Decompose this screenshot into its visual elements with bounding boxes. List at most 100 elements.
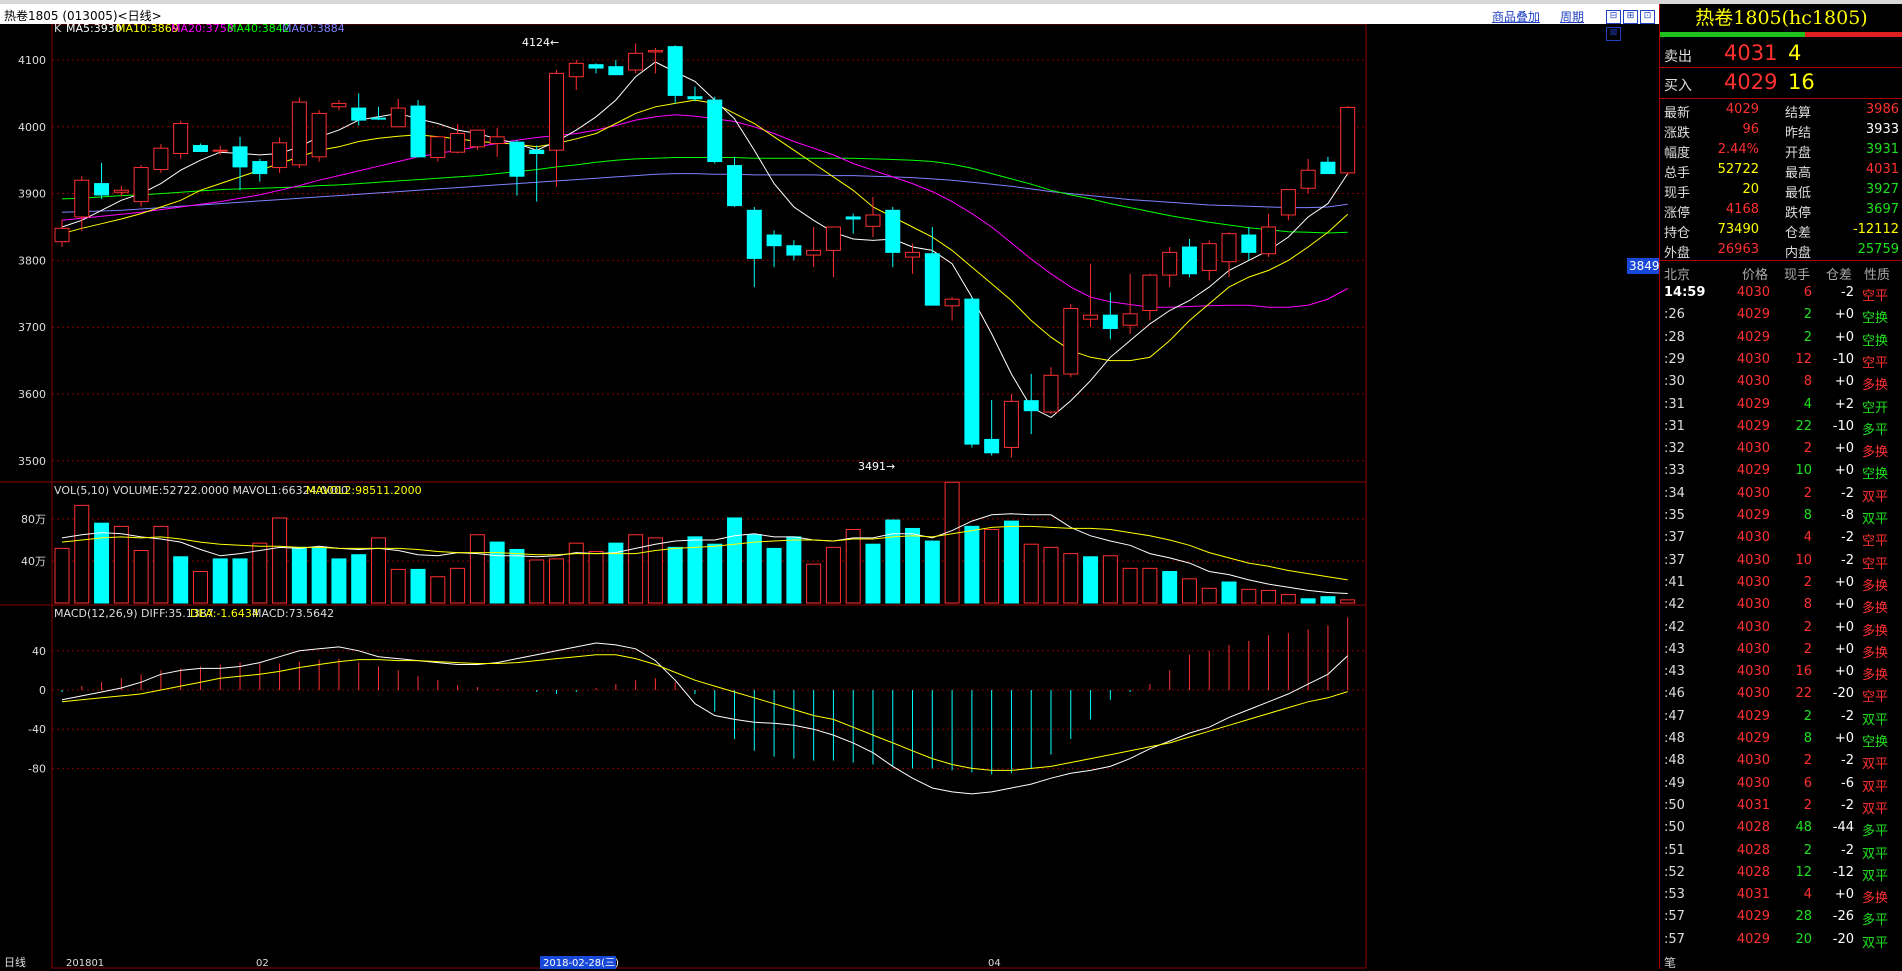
tick-price: 4029 [1736,508,1770,523]
tick-volume: 12 [1795,351,1812,367]
layout-1-icon[interactable]: ⊟ [1606,10,1621,24]
tick-row[interactable]: :30 4030 8 +0 多换 [1660,371,1902,393]
tick-row[interactable]: :57 4029 28 -26 多平 [1660,906,1902,928]
candle-body [331,102,347,108]
candle-body [1261,226,1277,255]
tick-row[interactable]: :51 4028 2 -2 双平 [1660,840,1902,862]
volume-bar [766,547,782,604]
tick-row[interactable]: :34 4030 2 -2 双平 [1660,483,1902,505]
tick-volume: 2 [1803,485,1812,501]
period-link[interactable]: 周期 [1560,8,1584,25]
tick-oi-change: -2 [1841,842,1854,858]
stat-value: 2.44% [1717,142,1759,157]
quote-panel: 热卷1805(hc1805) 卖出 4031 4 买入 4029 16 最新 40… [1659,4,1902,970]
sell-label: 卖出 [1664,49,1692,65]
tick-row[interactable]: :28 4029 2 +0 空换 [1660,327,1902,349]
macd-tick: -80 [28,762,46,775]
candle-body [1280,189,1296,216]
tick-row[interactable]: :42 4030 2 +0 多换 [1660,617,1902,639]
tick-oi-change: -10 [1832,418,1854,434]
tick-time: :30 [1664,374,1685,390]
tick-volume: 8 [1803,731,1812,746]
candle-body [370,117,386,120]
tick-volume: 4 [1803,887,1812,903]
tick-oi-change: +0 [1834,374,1854,390]
tick-volume: 2 [1803,708,1812,724]
tick-nature: 多换 [1862,378,1889,394]
tick-row[interactable]: :43 4030 2 +0 多换 [1660,639,1902,661]
tick-nature: 空平 [1862,556,1889,572]
vol-legend-mavol2: MAVOL2:98511.2000 [306,484,422,497]
tick-row[interactable]: :33 4029 10 +0 空换 [1660,460,1902,482]
tick-oi-change: +0 [1834,574,1854,590]
volume-bar [291,546,307,604]
volume-bar [1003,520,1019,604]
tick-row[interactable]: :31 4029 4 +2 空开 [1660,394,1902,416]
tick-volume: 2 [1803,307,1812,323]
tick-nature: 双平 [1862,489,1889,505]
volume-bar [707,543,723,604]
price-tick: 3900 [18,188,46,201]
tick-row[interactable]: :50 4031 2 -2 双平 [1660,795,1902,817]
tick-row[interactable]: :41 4030 2 +0 多换 [1660,572,1902,594]
tick-row[interactable]: :26 4029 2 +0 空换 [1660,304,1902,326]
tick-row[interactable]: :37 4030 4 -2 空平 [1660,527,1902,549]
stat-label: 最低 [1785,186,1812,201]
tick-row[interactable]: :47 4029 2 -2 双平 [1660,706,1902,728]
stat-value: 73490 [1717,222,1759,237]
tick-row[interactable]: :52 4028 12 -12 双平 [1660,862,1902,884]
volume-bar [727,517,743,604]
tick-row[interactable]: :31 4029 22 -10 多平 [1660,416,1902,438]
volume-bar [647,537,663,604]
tick-row[interactable]: :46 4030 22 -20 空平 [1660,683,1902,705]
tick-price: 4029 [1736,418,1770,434]
tick-row[interactable]: :29 4030 12 -10 空平 [1660,349,1902,371]
stat-label: 内盘 [1785,246,1812,261]
kline-chart[interactable]: 4100 4000 3900 3800 3700 3600 3500 K MA5:3930MA1… [0,24,1659,969]
tick-volume: 22 [1795,686,1812,702]
candle-body [865,214,881,227]
tick-price: 4030 [1736,441,1770,457]
tick-row[interactable]: :53 4031 4 +0 多换 [1660,884,1902,906]
tick-row[interactable]: 14:59 4030 6 -2 空平 [1660,282,1902,304]
tick-row[interactable]: :50 4028 48 -44 多平 [1660,817,1902,839]
tick-row[interactable]: :48 4029 8 +0 空换 [1660,728,1902,750]
layout-2-icon[interactable]: ⊞ [1623,10,1638,24]
candle-body [192,145,208,153]
ma5-line [61,61,1349,418]
candle-body [608,66,624,76]
candle-body [786,245,802,256]
overlay-link[interactable]: 商品叠加 [1492,8,1540,25]
tick-nature: 多平 [1862,422,1889,438]
tick-oi-change: +0 [1834,307,1854,323]
candle-body [113,189,129,193]
vol-legend: VOL(5,10) VOLUME:52722.0000 MAVOL1:66324… [54,484,348,497]
stats-row: 最新 4029 结算 3986 [1660,100,1902,121]
tick-row[interactable]: :37 4030 10 -2 空平 [1660,550,1902,572]
stat-label: 幅度 [1664,146,1691,161]
candle-body [351,107,367,121]
tick-row[interactable]: :48 4030 2 -2 双平 [1660,750,1902,772]
candle-body [489,136,505,144]
tick-row[interactable]: :49 4030 6 -6 双平 [1660,773,1902,795]
tick-row[interactable]: :43 4030 16 +0 多换 [1660,661,1902,683]
stat-value: 96 [1742,122,1759,137]
buy-quote[interactable]: 买入 4029 16 [1660,68,1902,98]
sell-quote[interactable]: 卖出 4031 4 [1660,39,1902,69]
tick-time: :47 [1664,708,1685,724]
tick-row[interactable]: :32 4030 2 +0 多换 [1660,438,1902,460]
tick-oi-change: -2 [1841,753,1854,769]
tick-time: :32 [1664,441,1685,457]
tick-row[interactable]: :57 4029 20 -20 双平 [1660,929,1902,951]
layout-3-icon[interactable]: ⊡ [1640,10,1655,24]
tick-nature: 多换 [1862,623,1889,639]
tick-price: 4030 [1736,285,1770,300]
tick-volume: 2 [1803,441,1812,457]
tick-nature: 多换 [1862,645,1889,661]
tick-row[interactable]: :35 4029 8 -8 双平 [1660,505,1902,527]
macd-legend-macd: MACD:73.5642 [252,607,334,620]
volume-bar [1241,588,1257,604]
stat-value: 52722 [1717,162,1759,177]
tick-row[interactable]: :42 4030 8 +0 多换 [1660,594,1902,616]
tick-volume: 48 [1795,820,1812,836]
